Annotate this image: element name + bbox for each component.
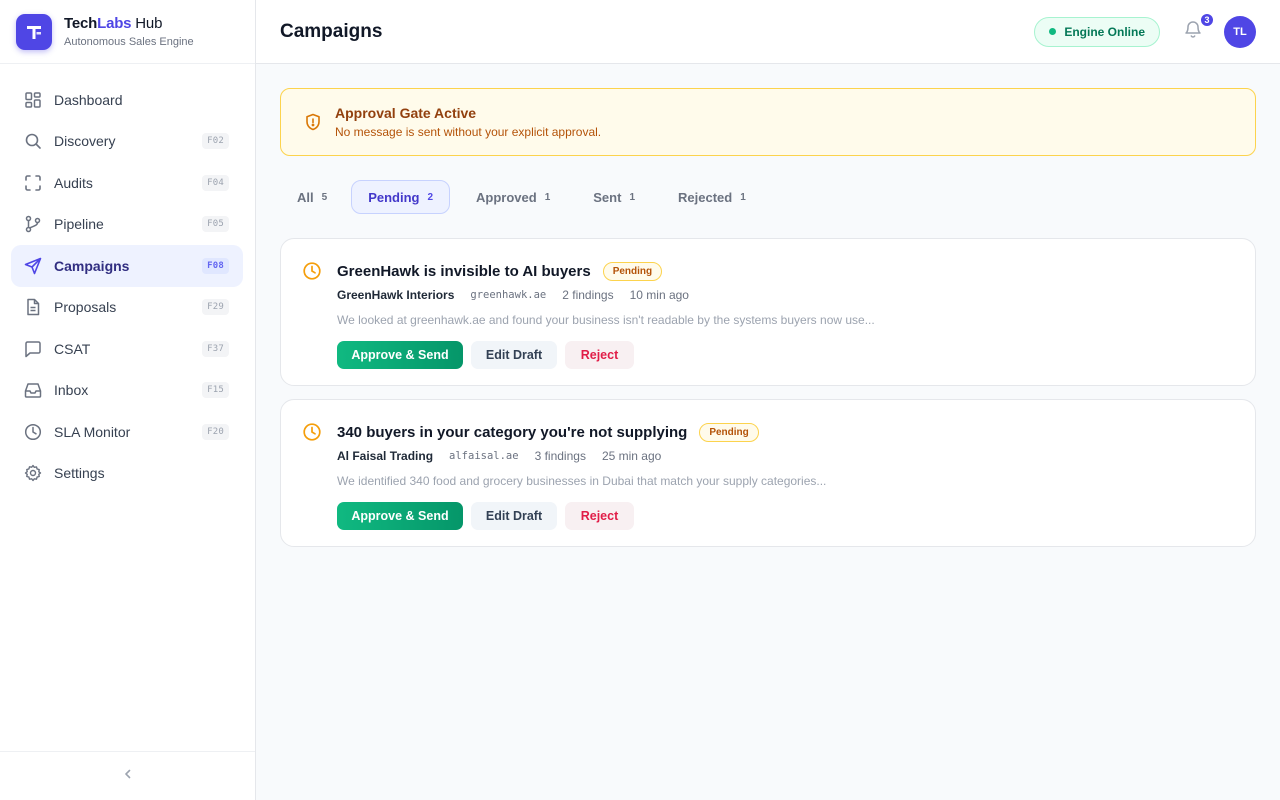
card-actions: Approve & Send Edit Draft Reject bbox=[337, 341, 1255, 369]
sidebar-item-label: Pipeline bbox=[54, 216, 104, 233]
approve-send-button[interactable]: Approve & Send bbox=[337, 502, 463, 530]
brand-subtitle: Autonomous Sales Engine bbox=[64, 36, 194, 48]
approve-send-button[interactable]: Approve & Send bbox=[337, 341, 463, 369]
main-content: Approval Gate Active No message is sent … bbox=[280, 88, 1256, 547]
status-badge: Pending bbox=[602, 261, 663, 281]
company-domain: alfaisal.ae bbox=[449, 450, 519, 462]
shortcut-badge: F15 bbox=[202, 382, 229, 399]
tab-count: 5 bbox=[321, 191, 328, 203]
banner-message: No message is sent without your explicit… bbox=[335, 125, 602, 139]
sidebar-nav: Dashboard Discovery F02 Audits F04 Pipel… bbox=[0, 64, 255, 494]
timestamp: 25 min ago bbox=[601, 449, 662, 463]
top-header: Campaigns Engine Online 3 TL bbox=[256, 0, 1280, 64]
campaign-title[interactable]: GreenHawk is invisible to AI buyers bbox=[337, 263, 591, 280]
status-badge: Pending bbox=[699, 422, 759, 442]
sidebar-item-inbox[interactable]: Inbox F15 bbox=[11, 370, 243, 412]
engine-status-label: Engine Online bbox=[1064, 24, 1145, 39]
shortcut-badge: F04 bbox=[202, 174, 229, 191]
message-excerpt: We looked at greenhawk.ae and found your… bbox=[337, 313, 875, 327]
avatar[interactable]: TL bbox=[1224, 15, 1256, 48]
reject-button[interactable]: Reject bbox=[565, 502, 634, 530]
sidebar-item-settings[interactable]: Settings bbox=[11, 453, 243, 495]
campaign-title[interactable]: 340 buyers in your category you're not s… bbox=[337, 424, 687, 441]
sidebar-item-label: Settings bbox=[54, 465, 105, 482]
tab-rejected[interactable]: Rejected 1 bbox=[661, 180, 763, 214]
shortcut-badge: F20 bbox=[202, 423, 229, 440]
send-icon bbox=[24, 257, 42, 275]
sidebar-item-label: Discovery bbox=[54, 133, 116, 150]
document-icon bbox=[24, 298, 42, 316]
shortcut-badge: F29 bbox=[202, 299, 229, 316]
clock-icon bbox=[302, 422, 322, 442]
campaign-meta: Al Faisal Trading alfaisal.ae 3 findings… bbox=[337, 448, 1255, 464]
tab-count: 1 bbox=[629, 191, 635, 203]
tab-approved[interactable]: Approved 1 bbox=[459, 180, 567, 214]
techlabs-logo-icon bbox=[16, 13, 52, 50]
company-domain: greenhawk.ae bbox=[470, 289, 547, 301]
sidebar-item-dashboard[interactable]: Dashboard bbox=[11, 79, 243, 121]
company-name: GreenHawk Interiors bbox=[337, 288, 455, 302]
shield-alert-icon bbox=[303, 112, 323, 132]
git-branch-icon bbox=[24, 215, 42, 233]
edit-draft-button[interactable]: Edit Draft bbox=[471, 341, 557, 369]
sidebar-item-label: Inbox bbox=[54, 382, 89, 399]
findings-count: 2 findings bbox=[562, 288, 614, 302]
findings-count: 3 findings bbox=[534, 449, 586, 463]
edit-draft-button[interactable]: Edit Draft bbox=[471, 502, 557, 530]
message-square-icon bbox=[24, 340, 42, 358]
shortcut-badge: F05 bbox=[202, 216, 229, 233]
sidebar-item-audits[interactable]: Audits F04 bbox=[11, 162, 243, 204]
gear-icon bbox=[24, 464, 42, 482]
card-actions: Approve & Send Edit Draft Reject bbox=[337, 502, 1255, 530]
sidebar-item-csat[interactable]: CSAT F37 bbox=[11, 328, 243, 370]
message-excerpt: We identified 340 food and grocery busin… bbox=[337, 474, 827, 488]
scan-icon bbox=[24, 174, 42, 192]
timestamp: 10 min ago bbox=[629, 288, 689, 302]
sidebar-item-label: CSAT bbox=[54, 340, 91, 357]
sidebar: TechLabs Hub Autonomous Sales Engine Das… bbox=[0, 0, 256, 800]
tab-sent[interactable]: Sent 1 bbox=[576, 180, 652, 214]
sidebar-item-label: Audits bbox=[54, 174, 93, 191]
brand-header[interactable]: TechLabs Hub Autonomous Sales Engine bbox=[0, 0, 255, 64]
page-title: Campaigns bbox=[280, 20, 383, 42]
sidebar-item-sla-monitor[interactable]: SLA Monitor F20 bbox=[11, 411, 243, 453]
clock-icon bbox=[302, 261, 322, 281]
company-name: Al Faisal Trading bbox=[337, 449, 434, 463]
shortcut-badge: F02 bbox=[202, 133, 229, 150]
sidebar-item-label: Campaigns bbox=[54, 257, 130, 274]
tab-count: 1 bbox=[740, 191, 746, 203]
notifications-button[interactable]: 3 bbox=[1180, 11, 1215, 45]
shortcut-badge: F37 bbox=[202, 340, 229, 357]
tab-count: 1 bbox=[544, 191, 551, 203]
sidebar-item-label: Dashboard bbox=[54, 91, 123, 108]
brand-name: TechLabs Hub bbox=[64, 15, 163, 32]
sidebar-item-label: Proposals bbox=[54, 299, 117, 316]
clock-icon bbox=[24, 423, 42, 441]
reject-button[interactable]: Reject bbox=[565, 341, 634, 369]
banner-title: Approval Gate Active bbox=[335, 105, 477, 121]
sidebar-item-pipeline[interactable]: Pipeline F05 bbox=[11, 204, 243, 246]
tab-count: 2 bbox=[427, 191, 434, 203]
status-tabs: All 5 Pending 2 Approved 1 Sent 1 Rejected 1 bbox=[280, 180, 1256, 214]
search-icon bbox=[24, 132, 42, 150]
campaign-card: GreenHawk is invisible to AI buyers Pend… bbox=[280, 238, 1256, 386]
tab-all[interactable]: All 5 bbox=[280, 180, 342, 214]
sidebar-item-campaigns[interactable]: Campaigns F08 bbox=[11, 245, 243, 287]
tab-pending[interactable]: Pending 2 bbox=[351, 180, 451, 214]
shortcut-badge: F08 bbox=[202, 257, 229, 274]
chevron-left-icon bbox=[122, 767, 134, 785]
approval-gate-banner: Approval Gate Active No message is sent … bbox=[280, 88, 1256, 156]
sidebar-item-label: SLA Monitor bbox=[54, 423, 131, 440]
engine-status-badge[interactable]: Engine Online bbox=[1034, 16, 1160, 47]
sidebar-collapse-button[interactable] bbox=[0, 751, 255, 800]
campaign-meta: GreenHawk Interiors greenhawk.ae 2 findi… bbox=[337, 287, 1255, 303]
notification-count-badge: 3 bbox=[1199, 11, 1215, 28]
inbox-icon bbox=[24, 381, 42, 399]
sidebar-item-proposals[interactable]: Proposals F29 bbox=[11, 287, 243, 329]
sidebar-item-discovery[interactable]: Discovery F02 bbox=[11, 121, 243, 163]
campaign-card: 340 buyers in your category you're not s… bbox=[280, 399, 1256, 547]
status-dot-icon bbox=[1049, 28, 1057, 35]
grid-icon bbox=[24, 91, 42, 109]
